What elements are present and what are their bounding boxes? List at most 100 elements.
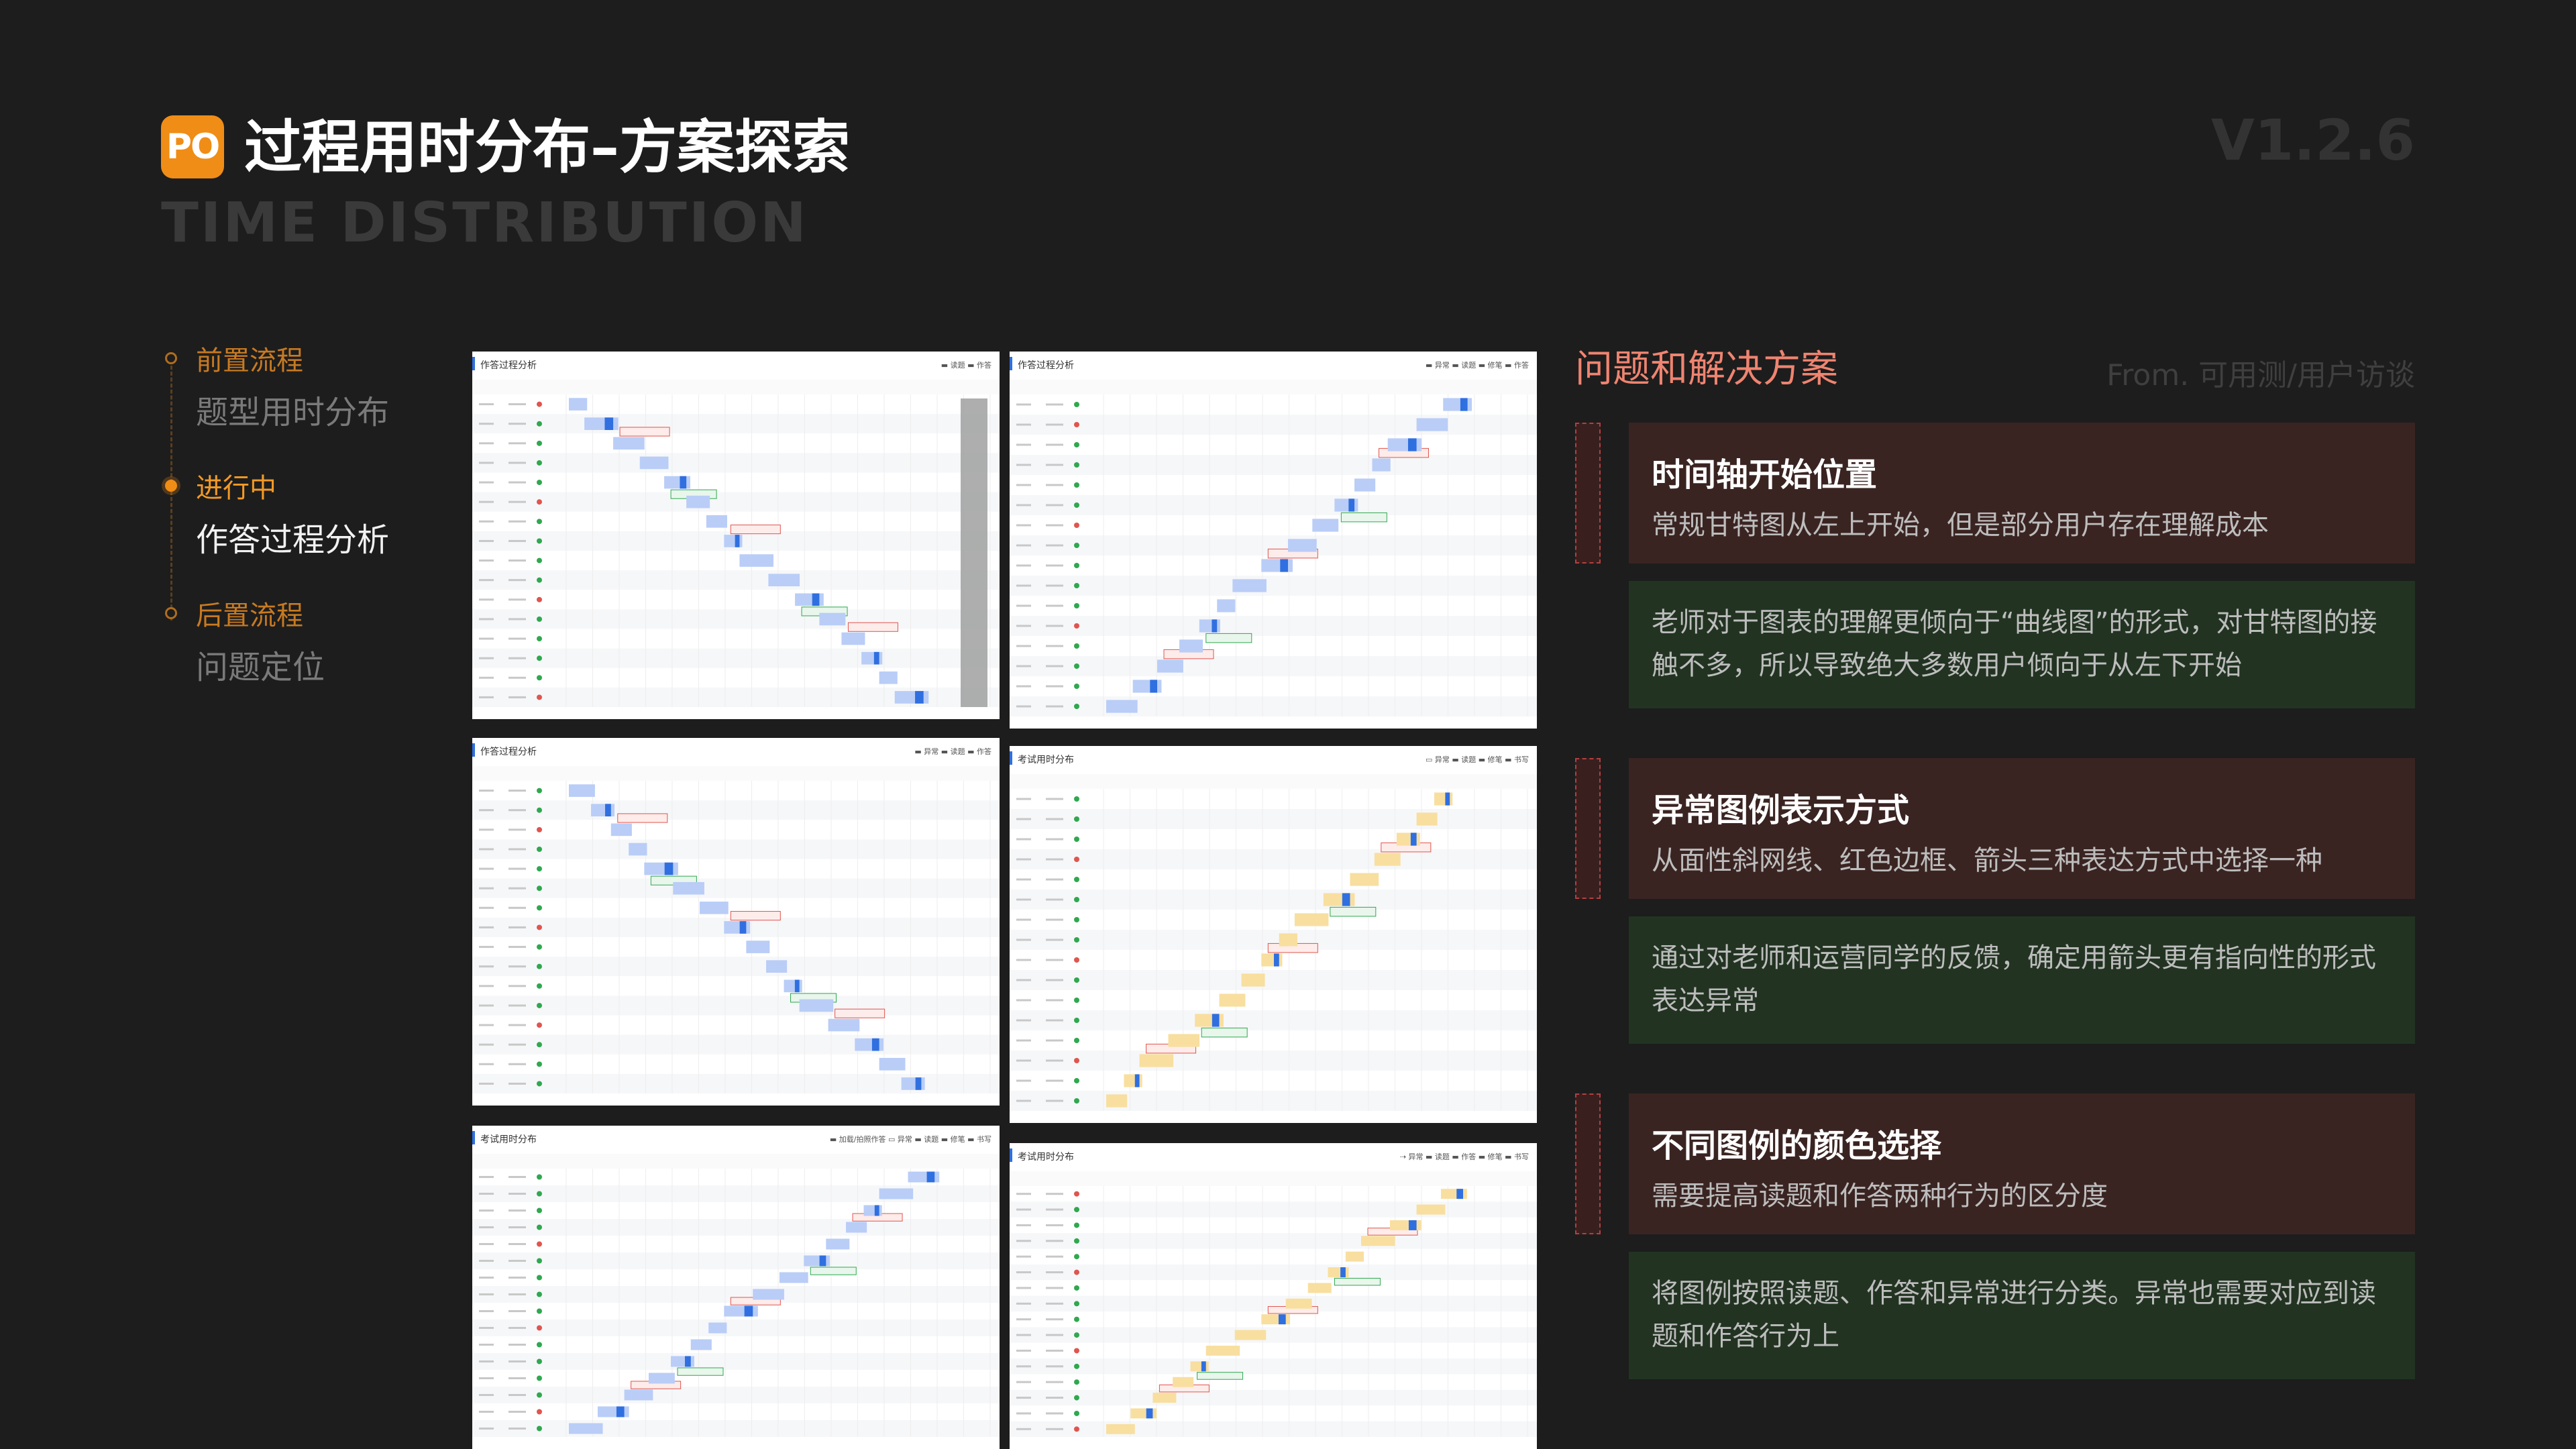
gantt-row-type: [1046, 1255, 1063, 1258]
gantt-answer-bar: [915, 691, 924, 704]
gantt-row-type: [1046, 504, 1063, 506]
status-pass-icon: [1074, 1363, 1079, 1369]
gantt-row-bg: [1010, 1327, 1537, 1343]
gantt-annotation-tag: [617, 813, 668, 823]
gantt-row-bg: [1010, 809, 1537, 829]
status-pass-icon: [1074, 1410, 1079, 1416]
gantt-read-bar: [819, 612, 846, 626]
issue-marker: [1575, 423, 1601, 564]
gantt-row-type: [508, 1293, 526, 1295]
panel-title: 考试用时分布: [480, 1134, 537, 1145]
nav-item-current[interactable]: 进行中 作答过程分析: [161, 466, 443, 594]
gantt-answer-bar: [1342, 893, 1350, 906]
gantt-answer-bar: [1212, 1014, 1220, 1027]
gantt-read-bar: [708, 1322, 727, 1334]
gantt-row-percent: [479, 1360, 494, 1362]
status-pass-icon: [537, 1426, 542, 1432]
gantt-row-bg: [472, 414, 1000, 434]
gantt-annotation-tag: [619, 427, 670, 437]
gantt-read-bar: [690, 1339, 712, 1350]
gantt-row-percent: [1016, 1428, 1031, 1430]
gantt-row-percent: [479, 828, 494, 831]
gantt-row-percent: [479, 965, 494, 968]
gantt-row-type: [508, 828, 526, 831]
status-pass-icon: [537, 905, 542, 911]
status-pass-icon: [1074, 1285, 1079, 1291]
gantt-row-percent: [479, 1293, 494, 1295]
gantt-row-percent: [479, 1043, 494, 1046]
gantt-row-percent: [479, 520, 494, 523]
gantt-row-bg: [1010, 1342, 1537, 1359]
gantt-row-bg: [472, 937, 1000, 957]
gantt-row-percent: [1016, 1412, 1031, 1415]
problem-desc: 需要提高读题和作答两种行为的区分度: [1652, 1181, 2108, 1212]
gantt-row-type: [1046, 544, 1063, 547]
status-fail-icon: [537, 1022, 542, 1028]
gantt-row-percent: [1016, 403, 1031, 406]
status-pass-icon: [537, 1208, 542, 1214]
gantt-row-percent: [1016, 1255, 1031, 1258]
gantt-row-type: [508, 539, 526, 542]
gantt-row-percent: [479, 926, 494, 928]
gantt-answer-bar: [1456, 1189, 1464, 1199]
gantt-row-percent: [479, 579, 494, 582]
gantt-row-bg: [472, 1015, 1000, 1035]
nav-item-sub: 问题定位: [196, 649, 325, 686]
gantt-answer-bar: [1273, 953, 1279, 967]
nav-item-pre[interactable]: 前置流程 题型用时分布: [161, 339, 443, 466]
status-pass-icon: [1074, 1098, 1079, 1104]
gantt-read-bar: [706, 515, 727, 528]
gantt-row-type: [508, 1210, 526, 1212]
gantt-annotation-tag: [1334, 1277, 1381, 1286]
nav-item-post[interactable]: 后置流程 问题定位: [161, 594, 443, 721]
status-pass-icon: [1074, 462, 1079, 468]
gantt-row-bg: [1010, 495, 1537, 515]
gantt-row-type: [1046, 625, 1063, 627]
gantt-read-bar: [1396, 833, 1420, 846]
gantt-header-row: [472, 766, 1000, 781]
gantt-row-percent: [479, 696, 494, 698]
gantt-row-type: [1046, 798, 1063, 800]
gantt-row-type: [1046, 878, 1063, 881]
gantt-svg: [1010, 774, 1537, 1111]
status-pass-icon: [1074, 502, 1079, 508]
gantt-row-bg: [1010, 789, 1537, 809]
gantt-row-bg: [472, 1034, 1000, 1055]
gantt-row-percent: [1016, 604, 1031, 607]
status-fail-icon: [537, 1325, 542, 1331]
gantt-row-type: [1046, 959, 1063, 961]
panel-accent-bar: [1010, 357, 1012, 370]
status-pass-icon: [1074, 563, 1079, 568]
status-pass-icon: [537, 616, 542, 622]
gantt-svg: [1010, 380, 1537, 716]
gantt-row-bg: [1010, 829, 1537, 849]
gantt-row-percent: [479, 676, 494, 679]
gantt-answer-bar: [1460, 398, 1468, 411]
page-subtitle: TIME DISTRIBUTION: [161, 191, 808, 255]
gantt-chart: [1010, 1171, 1537, 1449]
gantt-row-bg: [1010, 849, 1537, 869]
gantt-row-bg: [472, 781, 1000, 801]
status-pass-icon: [1074, 1301, 1079, 1307]
gantt-row-bg: [1010, 1201, 1537, 1218]
gantt-row-type: [1046, 1287, 1063, 1289]
gantt-read-bar: [1389, 1220, 1421, 1230]
gantt-row-bg: [472, 394, 1000, 415]
gantt-answer-bar: [1407, 438, 1417, 451]
gantt-row-type: [1046, 1019, 1063, 1022]
gantt-row-percent: [1016, 798, 1031, 800]
problem-title: 异常图例表示方式: [1652, 792, 1910, 829]
problem-box: 异常图例表示方式 从面性斜网线、红色边框、箭头三种表达方式中选择一种: [1629, 758, 2415, 899]
status-pass-icon: [537, 1002, 542, 1008]
gantt-read-bar: [1443, 398, 1472, 411]
status-pass-icon: [1074, 663, 1079, 669]
gantt-row-type: [508, 809, 526, 812]
gantt-read-bar: [569, 1423, 603, 1434]
gantt-row-percent: [479, 462, 494, 464]
gantt-row-type: [508, 579, 526, 582]
gantt-row-bg: [1010, 1421, 1537, 1437]
problem-title: 时间轴开始位置: [1652, 456, 1878, 494]
gantt-row-type: [1046, 443, 1063, 446]
gantt-row-percent: [479, 1243, 494, 1245]
status-pass-icon: [1074, 583, 1079, 588]
